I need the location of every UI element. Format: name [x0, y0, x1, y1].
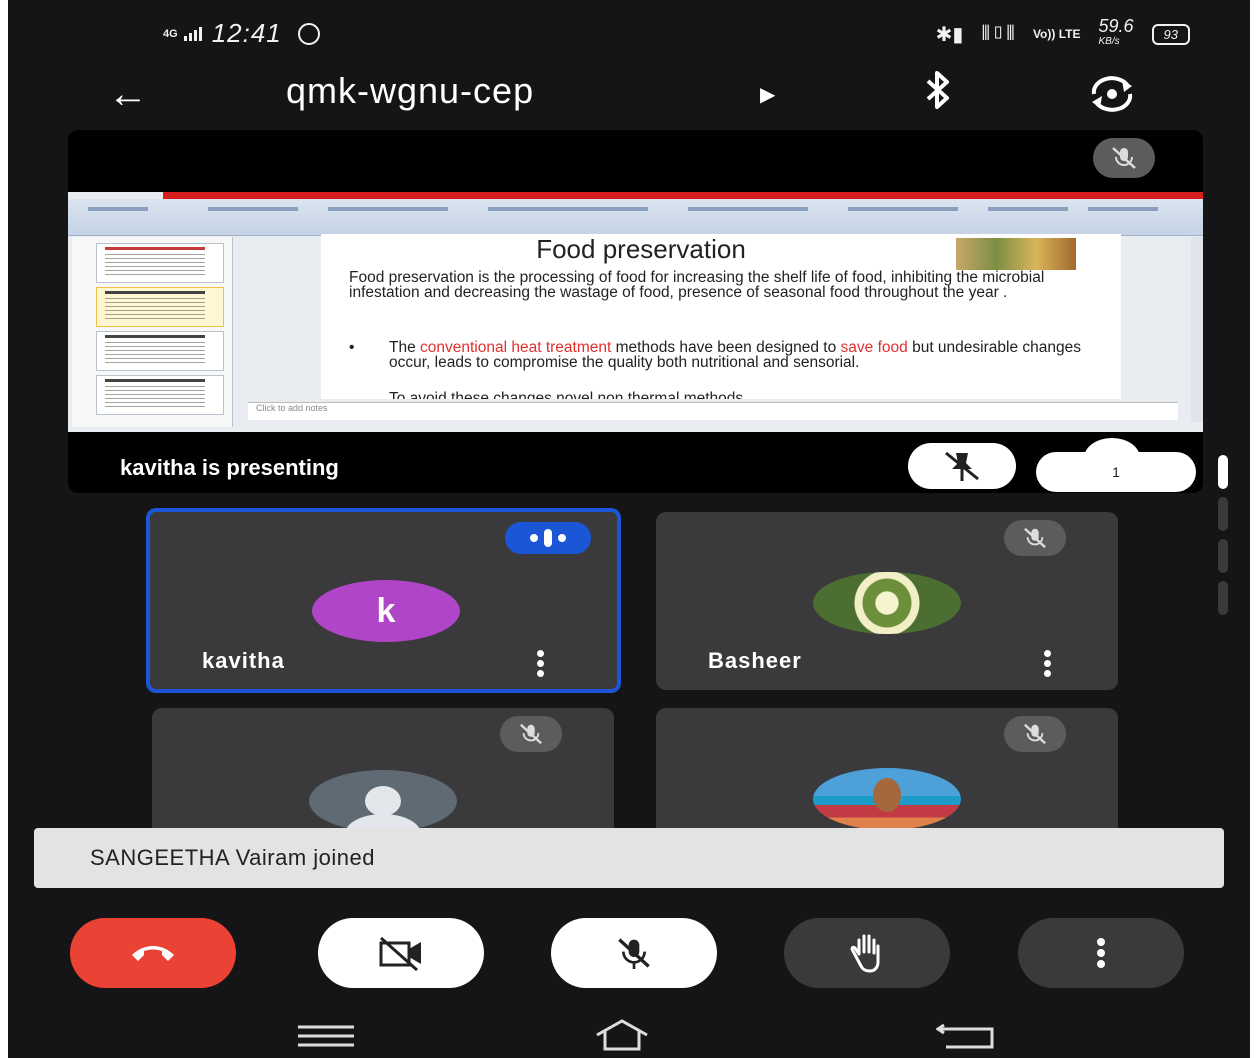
slide-canvas: Food preservation Food preservation is t…	[321, 234, 1121, 399]
lte-label: Vo)) LTE	[1032, 26, 1081, 41]
end-call-button[interactable]	[70, 918, 236, 988]
meet-screen: 4G 12:41 ✱▮ ⦀▯⦀ Vo)) LTE 59.6 KB/s 93 ← …	[8, 0, 1250, 1058]
mic-toggle-button[interactable]	[551, 918, 717, 988]
meeting-header: ← qmk-wgnu-cep ▶	[8, 60, 1250, 130]
status-left: 4G 12:41	[163, 18, 320, 49]
clock: 12:41	[211, 18, 282, 48]
avatar: k	[312, 580, 460, 642]
mic-off-icon	[618, 938, 650, 969]
participant-name: Basheer	[708, 648, 802, 673]
ppt-ribbon	[68, 199, 1203, 236]
more-options-button[interactable]	[1018, 918, 1184, 988]
more-vert-icon[interactable]	[1044, 650, 1052, 680]
slide-thumb	[96, 331, 224, 371]
mic-off-icon	[1004, 520, 1066, 556]
status-right: ✱▮ ⦀▯⦀ Vo)) LTE 59.6 KB/s 93	[935, 16, 1190, 50]
slide-paragraph: Food preservation is the processing of f…	[349, 269, 1045, 301]
home-icon[interactable]	[593, 1019, 651, 1051]
avatar	[813, 768, 961, 830]
mic-off-icon	[500, 716, 562, 752]
unpin-icon[interactable]	[908, 443, 1016, 489]
mic-off-icon	[1004, 716, 1066, 752]
net-speed-value: 59.6	[1098, 16, 1134, 36]
camera-off-icon	[379, 936, 421, 972]
notes-placeholder: Click to add notes	[248, 402, 1178, 420]
shared-screen: Food preservation Food preservation is t…	[68, 192, 1203, 432]
slide-bullet-cutoff: To avoid these changes novel non thermal…	[389, 390, 744, 399]
whatsapp-icon	[297, 22, 320, 45]
tile-page-indicator[interactable]	[1218, 455, 1230, 623]
slide-title: Food preservation	[536, 234, 746, 264]
speaking-indicator-icon	[505, 522, 591, 554]
slide-scrollbar	[1191, 237, 1203, 422]
meeting-code[interactable]: qmk-wgnu-cep	[286, 70, 534, 112]
join-toast: SANGEETHA Vairam joined	[34, 828, 1224, 888]
slide-thumb	[96, 375, 224, 415]
avatar-default-icon	[309, 770, 457, 832]
end-call-icon	[132, 946, 174, 961]
battery-icon: 93	[1151, 23, 1190, 45]
switch-camera-icon[interactable]	[1088, 74, 1136, 114]
slide-thumb	[96, 243, 224, 283]
slide-food-image	[956, 238, 1076, 270]
slide-thumbnails	[72, 237, 233, 427]
play-arrow-icon[interactable]: ▶	[760, 82, 775, 107]
avatar	[813, 572, 961, 634]
presentation-tile[interactable]: Food preservation Food preservation is t…	[68, 130, 1203, 493]
raise-hand-button[interactable]	[784, 918, 950, 988]
slide-bullet: The conventional heat treatment methods …	[349, 340, 1089, 371]
participant-count-badge[interactable]: 1	[1036, 438, 1196, 492]
net-speed: 59.6 KB/s	[1098, 16, 1134, 50]
camera-toggle-button[interactable]	[318, 918, 484, 988]
participant-tile-kavitha[interactable]: k kavitha	[146, 508, 621, 693]
participant-name: kavitha	[202, 648, 285, 673]
back-arrow-icon[interactable]: ←	[98, 72, 158, 117]
menu-icon[interactable]	[298, 1025, 354, 1047]
participant-tile-basheer[interactable]: Basheer	[656, 512, 1118, 690]
vibrate-icon: ⦀▯⦀	[981, 22, 1015, 45]
net-speed-unit: KB/s	[1098, 36, 1120, 47]
avatar-letter: k	[376, 591, 396, 630]
presenter-label: kavitha is presenting	[120, 455, 339, 480]
more-vert-icon	[1097, 935, 1105, 971]
signal-icon	[183, 26, 202, 41]
participant-count: 1	[1112, 464, 1120, 480]
raise-hand-icon	[850, 934, 880, 973]
mic-off-icon	[1093, 138, 1155, 178]
more-vert-icon[interactable]	[537, 650, 545, 680]
status-bar: 4G 12:41 ✱▮ ⦀▯⦀ Vo)) LTE 59.6 KB/s 93	[8, 0, 1250, 60]
bluetooth-status-icon: ✱▮	[935, 23, 964, 46]
bluetooth-icon[interactable]	[923, 70, 953, 119]
system-nav-bar	[8, 1005, 1250, 1058]
network-type: 4G	[163, 27, 178, 40]
window-titlebar	[163, 192, 1203, 199]
slide-thumb-selected	[96, 287, 224, 327]
back-icon[interactable]	[936, 1023, 996, 1049]
